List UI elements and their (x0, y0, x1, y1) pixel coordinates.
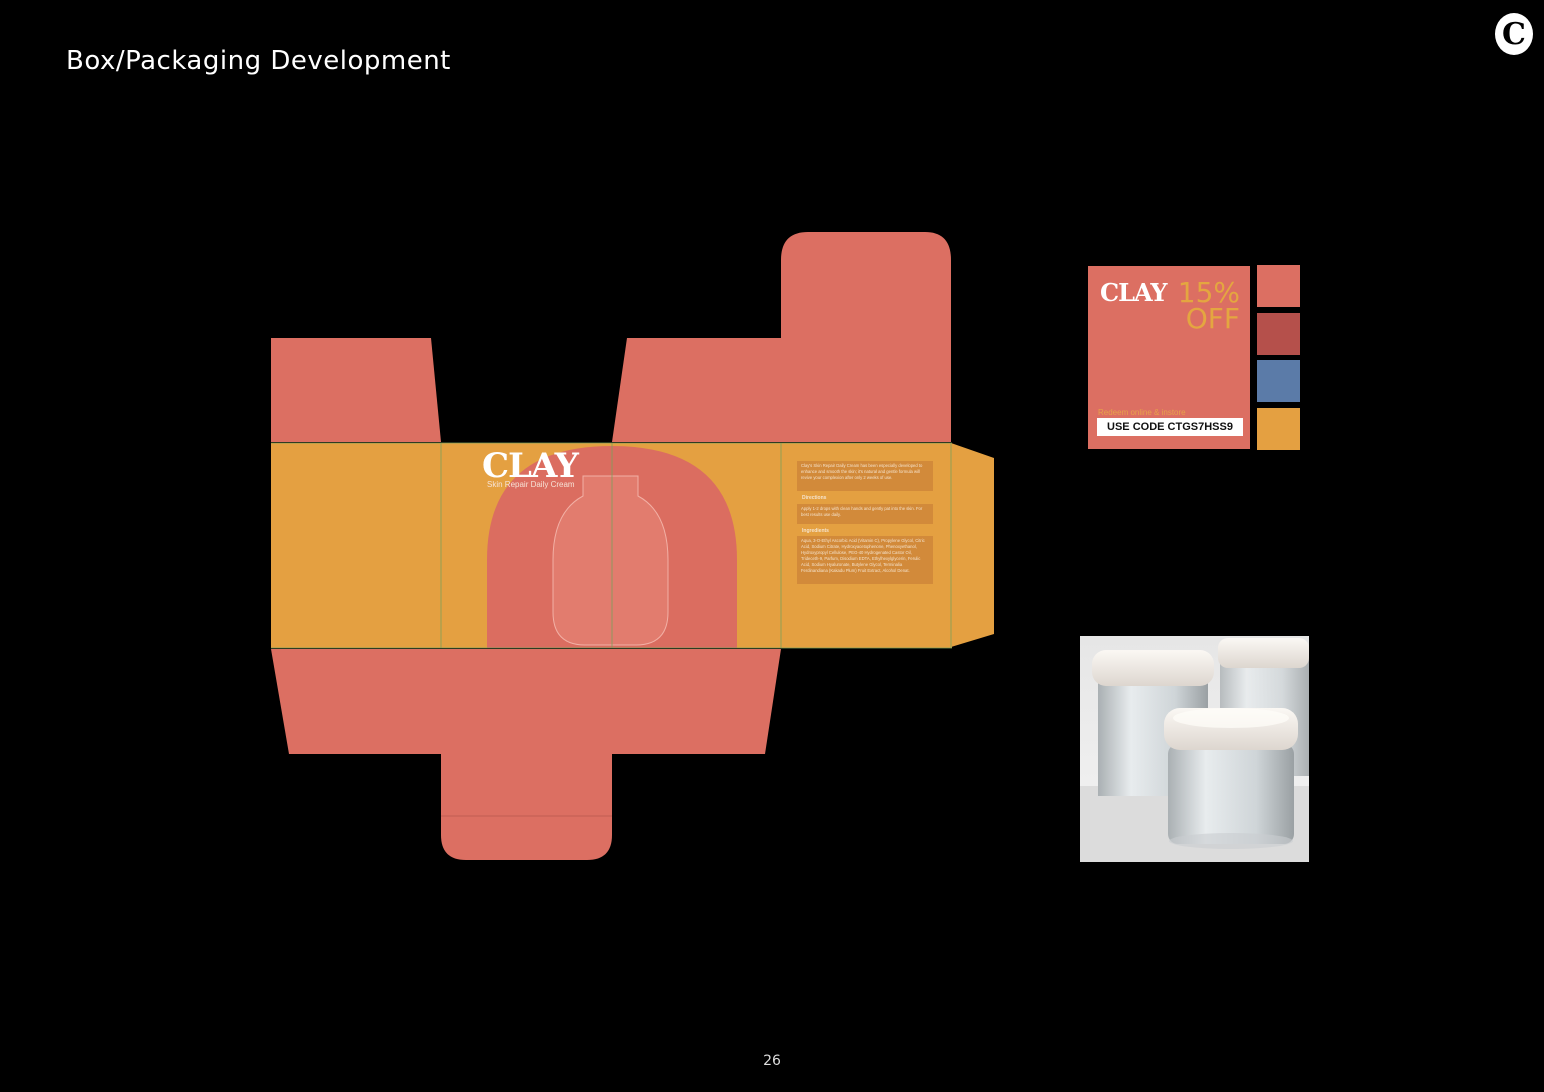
promo-code: USE CODE CTGS7HSS9 (1097, 418, 1243, 436)
swatch-red (1257, 313, 1300, 355)
swatch-orange (1257, 408, 1300, 450)
bottom-flap-left (271, 649, 441, 754)
bottom-flap-tall (441, 649, 612, 860)
promo-brand: CLAY (1100, 278, 1168, 307)
promo-offer: 15% OFF (1177, 276, 1240, 335)
box-description: Clay's Skin Repair Daily Cream has been … (797, 461, 933, 491)
swatch-blue (1257, 360, 1300, 402)
bottom-flap-mid (612, 649, 781, 754)
box-dieline (271, 232, 994, 860)
promo-note: Redeem online & instore (1098, 408, 1186, 417)
page-number: 26 (763, 1053, 781, 1069)
promo-card: CLAY 15% OFF Redeem online & instore USE… (1088, 266, 1250, 449)
top-flap-mid (612, 338, 781, 442)
ingredients-heading: Ingredients (802, 528, 829, 534)
top-flap-left (271, 338, 441, 442)
directions-heading: Directions (802, 495, 827, 501)
top-flap-tall (781, 232, 951, 442)
glass-jars-photo (1080, 636, 1309, 862)
swatch-coral (1257, 265, 1300, 307)
glue-flap (951, 443, 994, 647)
box-product-name: Skin Repair Daily Cream (487, 480, 575, 489)
box-directions: Apply 1-2 drops with clean hands and gen… (797, 504, 933, 524)
box-ingredients: Aqua, 3-O-Ethyl Ascorbic Acid (Vitamin C… (797, 536, 933, 584)
